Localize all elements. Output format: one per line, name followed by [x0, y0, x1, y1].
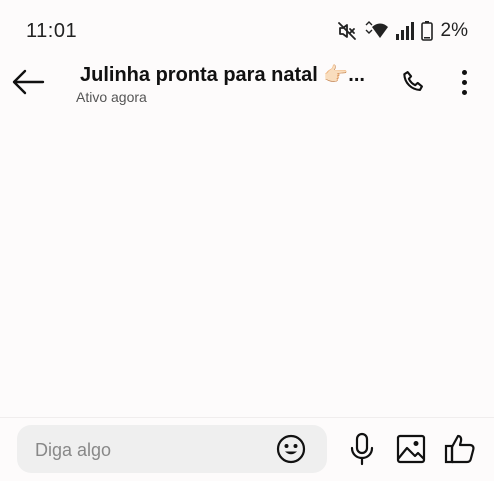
status-icons: 2% — [337, 19, 468, 43]
message-input-container — [17, 425, 327, 475]
like-button[interactable] — [443, 431, 477, 467]
arrow-left-icon — [12, 69, 45, 95]
message-list[interactable] — [0, 112, 494, 417]
signal-icon — [395, 22, 414, 40]
image-icon — [396, 434, 426, 464]
status-time: 11:01 — [26, 20, 78, 42]
more-dot — [461, 89, 467, 95]
more-dot — [461, 69, 467, 75]
image-button[interactable] — [394, 431, 428, 467]
microphone-button[interactable] — [345, 431, 379, 467]
battery-icon — [420, 21, 433, 41]
mute-icon — [337, 22, 356, 40]
emoji-button[interactable] — [275, 433, 307, 465]
message-input[interactable] — [33, 425, 267, 475]
status-bar: 11:01 2% — [0, 0, 494, 60]
emoji-icon — [276, 434, 306, 464]
phone-icon — [403, 71, 423, 91]
call-button[interactable] — [396, 64, 432, 100]
chat-title[interactable]: Julinha pronta para natal 👉🏻... — [80, 62, 385, 87]
active-status: Ativo agora — [76, 89, 147, 105]
more-dot — [461, 79, 467, 85]
composer-bar — [0, 417, 494, 481]
more-options-button[interactable] — [448, 62, 480, 102]
battery-percent: 2% — [440, 20, 468, 41]
thumbs-up-icon — [444, 434, 475, 464]
chat-header: Julinha pronta para natal 👉🏻... Ativo ag… — [0, 60, 494, 112]
wifi-icon — [365, 21, 388, 38]
microphone-icon — [350, 432, 374, 466]
back-button[interactable] — [8, 62, 48, 102]
